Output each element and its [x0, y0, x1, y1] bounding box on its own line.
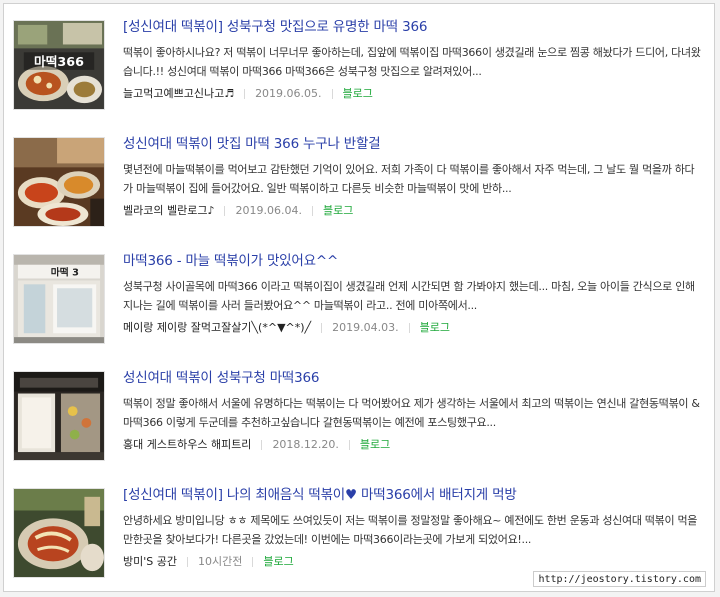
result-meta: 메이랑 제이랑 잘먹고잘살기╲(*^▼^*)╱ 2019.04.03. 블로그 [123, 319, 703, 337]
result-title-link[interactable]: 성신여대 떡볶이 성북구청 마떡366 [123, 369, 703, 389]
thumbnail-text: 마떡 3 [51, 266, 79, 279]
result-blog-link[interactable]: 블로그 [360, 436, 390, 454]
result-blog-link[interactable]: 블로그 [343, 85, 373, 103]
result-snippet: 안녕하세요 방미입니당 ㅎㅎ 제목에도 쓰여있듯이 저는 떡볶이를 정말정말 좋… [123, 514, 698, 546]
result-title-link[interactable]: [성신여대 떡볶이] 성북구청 맛집으로 유명한 마떡 366 [123, 18, 703, 38]
result-thumbnail[interactable]: 마떡366 [13, 20, 105, 110]
meta-divider [321, 323, 323, 333]
watermark-url: http://jeostory.tistory.com [533, 571, 706, 587]
meta-divider [244, 89, 246, 99]
result-thumbnail[interactable]: 마떡 3 [13, 254, 105, 344]
result-item: 성신여대 떡볶이 맛집 마떡 366 누구나 반할걸 몇년전에 마늘떡볶이를 먹… [13, 135, 703, 227]
result-thumbnail[interactable] [13, 371, 105, 461]
search-results-panel: 마떡366 [성신여대 떡볶이] 성북구청 맛집으로 유명한 마떡 366 떡볶… [3, 3, 715, 592]
result-meta: 벨라코의 벨란로그♪ 2019.06.04. 블로그 [123, 202, 703, 220]
meta-divider [261, 440, 263, 450]
result-title-link[interactable]: [성신여대 떡볶이] 나의 최애음식 떡볶이♥ 마떡366에서 배터지게 먹방 [123, 486, 703, 506]
result-snippet: 몇년전에 마늘떡볶이를 먹어보고 감탄했던 기억이 있어요. 저희 가족이 다 … [123, 163, 695, 195]
result-blog-link[interactable]: 블로그 [323, 202, 353, 220]
result-author-link[interactable]: 메이랑 제이랑 잘먹고잘살기╲(*^▼^*)╱ [123, 319, 311, 337]
result-author-link[interactable]: 홍대 게스트하우스 해피트리 [123, 436, 251, 454]
result-meta: 홍대 게스트하우스 해피트리 2018.12.20. 블로그 [123, 436, 703, 454]
result-thumbnail[interactable] [13, 137, 105, 227]
thumbnail-image: 마떡 3 [14, 255, 104, 343]
result-item: 마떡 3 마떡366 - 마늘 떡볶이가 맛있어요^^ 성북구청 사이골목에 마… [13, 252, 703, 344]
thumbnail-text: 마떡366 [34, 54, 84, 69]
result-item: 성신여대 떡볶이 성북구청 마떡366 떡볶이 정말 좋아해서 서울에 유명하다… [13, 369, 703, 461]
result-snippet: 떡볶이 좋아하시나요? 저 떡볶이 너무너무 좋아하는데, 집앞에 떡볶이집 마… [123, 46, 701, 78]
result-author-link[interactable]: 벨라코의 벨란로그♪ [123, 202, 214, 220]
meta-divider [408, 323, 410, 333]
meta-divider [348, 440, 350, 450]
result-date: 2019.06.05. [255, 87, 322, 100]
result-snippet: 성북구청 사이골목에 마떡366 이라고 떡볶이집이 생겼길래 언제 시간되면 … [123, 280, 695, 312]
meta-divider [311, 206, 313, 216]
result-date: 2019.06.04. [235, 204, 302, 217]
meta-divider [252, 557, 254, 567]
meta-divider [224, 206, 226, 216]
result-date: 2019.04.03. [332, 321, 399, 334]
result-blog-link[interactable]: 블로그 [263, 553, 293, 571]
meta-divider [186, 557, 188, 567]
result-author-link[interactable]: 늘고먹고예쁘고신나고♬ [123, 85, 234, 103]
result-date: 2018.12.20. [272, 438, 339, 451]
result-thumbnail[interactable] [13, 488, 105, 578]
result-title-link[interactable]: 마떡366 - 마늘 떡볶이가 맛있어요^^ [123, 252, 703, 272]
result-snippet: 떡볶이 정말 좋아해서 서울에 유명하다는 떡볶이는 다 먹어봤어요 제가 생각… [123, 397, 700, 429]
thumbnail-image: 마떡366 [14, 21, 104, 109]
result-date: 10시간전 [197, 555, 243, 568]
result-author-link[interactable]: 방미'S 공간 [123, 553, 177, 571]
result-blog-link[interactable]: 블로그 [420, 319, 450, 337]
result-meta: 늘고먹고예쁘고신나고♬ 2019.06.05. 블로그 [123, 85, 703, 103]
result-item: 마떡366 [성신여대 떡볶이] 성북구청 맛집으로 유명한 마떡 366 떡볶… [13, 18, 703, 110]
thumbnail-image [14, 372, 104, 460]
thumbnail-image [14, 489, 104, 577]
thumbnail-image [14, 138, 104, 226]
result-item: [성신여대 떡볶이] 나의 최애음식 떡볶이♥ 마떡366에서 배터지게 먹방 … [13, 486, 703, 578]
meta-divider [331, 89, 333, 99]
result-title-link[interactable]: 성신여대 떡볶이 맛집 마떡 366 누구나 반할걸 [123, 135, 703, 155]
result-meta: 방미'S 공간 10시간전 블로그 [123, 553, 703, 571]
